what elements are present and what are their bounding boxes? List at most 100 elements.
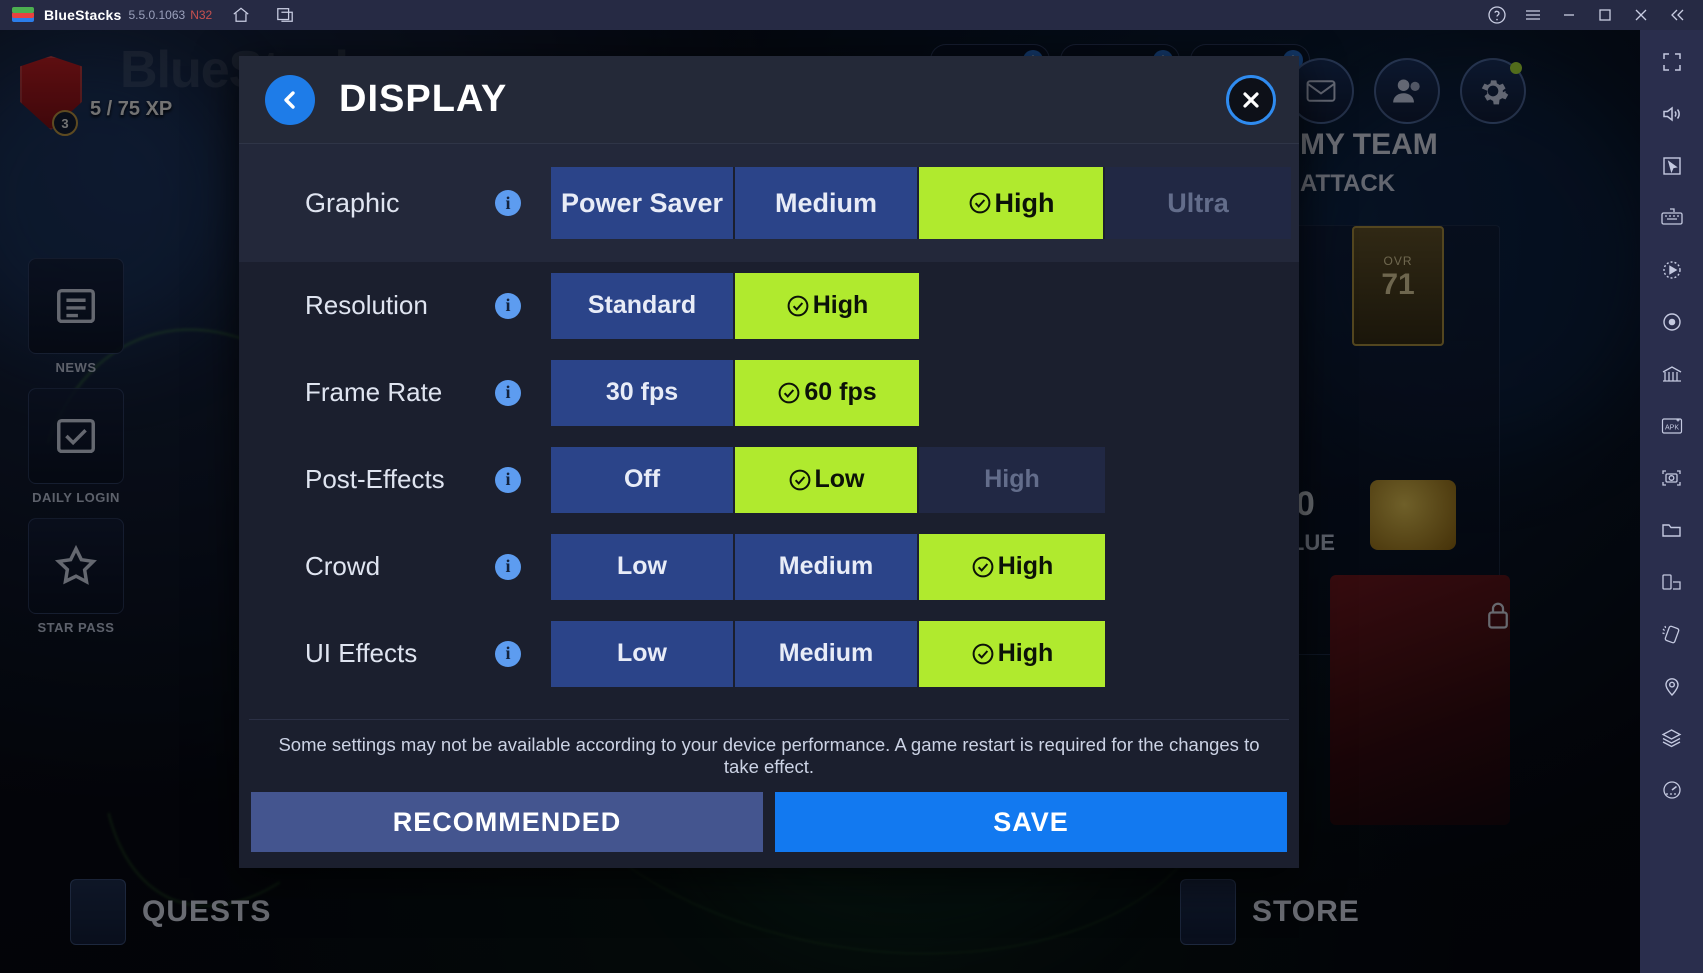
- check-circle-icon: [787, 295, 809, 316]
- setting-row-crowd: Crowd i Low Medium High: [239, 523, 1299, 610]
- option-medium[interactable]: Medium: [735, 167, 919, 239]
- segmented-control-crowd: Low Medium High: [551, 533, 1105, 600]
- close-icon[interactable]: [1623, 2, 1659, 28]
- shake-icon[interactable]: [1650, 612, 1694, 656]
- setting-label: UI Effects: [305, 638, 418, 668]
- location-icon[interactable]: [1650, 664, 1694, 708]
- macro-play-icon[interactable]: [1650, 248, 1694, 292]
- setting-label: Graphic: [305, 187, 400, 218]
- option-30-fps[interactable]: 30 fps: [551, 359, 735, 426]
- recommended-button[interactable]: RECOMMENDED: [251, 792, 763, 852]
- option-label: Medium: [774, 187, 877, 218]
- option-low[interactable]: Low: [551, 620, 735, 687]
- option-low[interactable]: Low: [551, 533, 735, 600]
- fullscreen-icon[interactable]: [1650, 40, 1694, 84]
- setting-row-post-effects: Post-Effects i Off Low High: [239, 436, 1299, 523]
- collapse-icon[interactable]: [1659, 2, 1695, 28]
- info-icon[interactable]: i: [495, 466, 521, 493]
- option-standard[interactable]: Standard: [551, 272, 735, 339]
- option-high[interactable]: High: [735, 272, 919, 339]
- option-low[interactable]: Low: [735, 446, 919, 513]
- info-icon[interactable]: i: [495, 190, 521, 216]
- back-button[interactable]: [265, 74, 315, 125]
- layers-icon[interactable]: [1650, 716, 1694, 760]
- option-high[interactable]: High: [919, 167, 1105, 239]
- screen-split-icon[interactable]: [1650, 560, 1694, 604]
- screen: BlueStacks 3 5 / 75 XP + + + NEWS DAILY …: [0, 0, 1703, 973]
- option-off[interactable]: Off: [551, 446, 735, 513]
- option-label: Off: [623, 465, 661, 493]
- option-high[interactable]: High: [919, 620, 1105, 687]
- option-label: High: [997, 639, 1054, 667]
- dialog-footer: Some settings may not be available accor…: [239, 719, 1299, 868]
- page-title: DISPLAY: [339, 78, 508, 120]
- info-icon[interactable]: i: [495, 640, 521, 667]
- option-label: Low: [617, 639, 667, 667]
- option-high[interactable]: High: [919, 533, 1105, 600]
- check-circle-icon: [969, 192, 990, 214]
- app-name: BlueStacks: [44, 7, 122, 23]
- option-high: High: [919, 446, 1105, 513]
- option-medium[interactable]: Medium: [735, 620, 919, 687]
- dialog-header: DISPLAY: [239, 56, 1299, 144]
- option-label: High: [994, 187, 1055, 218]
- save-button[interactable]: SAVE: [775, 792, 1287, 852]
- performance-icon[interactable]: [1650, 768, 1694, 812]
- setting-row-ui-effects: UI Effects i Low Medium High: [239, 610, 1299, 697]
- info-icon[interactable]: i: [495, 292, 521, 319]
- setting-label: Post-Effects: [305, 464, 445, 494]
- segmented-control-graphic: Power Saver Medium High Ultra: [551, 167, 1291, 239]
- multi-instance-icon[interactable]: [1650, 352, 1694, 396]
- minimize-icon[interactable]: [1551, 2, 1587, 28]
- option-medium[interactable]: Medium: [735, 533, 919, 600]
- setting-label: Frame Rate: [305, 377, 443, 407]
- close-dialog-button[interactable]: [1226, 75, 1276, 125]
- home-icon[interactable]: [226, 2, 256, 28]
- titlebar-controls: [1479, 2, 1703, 28]
- option-label: Standard: [587, 291, 697, 319]
- menu-icon[interactable]: [1515, 2, 1551, 28]
- option-label: Medium: [778, 552, 874, 580]
- maximize-icon[interactable]: [1587, 2, 1623, 28]
- display-settings-dialog: DISPLAY Graphic i Power Saver Medium Hig…: [239, 56, 1299, 868]
- footer-buttons: RECOMMENDED SAVE: [239, 792, 1299, 852]
- info-icon[interactable]: i: [495, 379, 521, 406]
- svg-text:APK: APK: [1664, 425, 1678, 432]
- install-apk-icon[interactable]: APK: [1650, 404, 1694, 448]
- option-60-fps[interactable]: 60 fps: [735, 359, 919, 426]
- segmented-control-post-effects: Off Low High: [551, 446, 1105, 513]
- multi-instance-icon[interactable]: [270, 2, 300, 28]
- app-version: 5.5.0.1063: [128, 8, 186, 22]
- help-icon[interactable]: [1479, 2, 1515, 28]
- keyboard-icon[interactable]: [1650, 196, 1694, 240]
- titlebar: BlueStacks 5.5.0.1063 N32: [0, 0, 1703, 30]
- bluestacks-logo-icon: [12, 5, 34, 25]
- segmented-control-frame-rate: 30 fps 60 fps: [551, 359, 919, 426]
- info-icon[interactable]: i: [495, 553, 521, 580]
- record-icon[interactable]: [1650, 300, 1694, 344]
- option-label: 30 fps: [605, 378, 679, 406]
- option-label: Ultra: [1167, 187, 1229, 218]
- screenshot-icon[interactable]: [1650, 456, 1694, 500]
- option-label: Power Saver: [560, 187, 724, 218]
- option-label: 60 fps: [804, 378, 877, 406]
- volume-icon[interactable]: [1650, 92, 1694, 136]
- cursor-icon[interactable]: [1650, 144, 1694, 188]
- setting-row-graphic: Graphic i Power Saver Medium High Ultra: [239, 144, 1299, 262]
- option-ultra: Ultra: [1105, 167, 1291, 239]
- option-label: High: [997, 552, 1054, 580]
- option-label: Low: [617, 552, 667, 580]
- option-label: High: [812, 291, 869, 319]
- option-label: High: [984, 465, 1040, 493]
- segmented-control-ui-effects: Low Medium High: [551, 620, 1105, 687]
- chevron-left-icon: [284, 90, 295, 109]
- disclaimer-text: Some settings may not be available accor…: [249, 719, 1289, 792]
- check-circle-icon: [972, 643, 994, 664]
- segmented-control-resolution: Standard High: [551, 272, 919, 339]
- setting-label: Crowd: [305, 551, 381, 581]
- check-circle-icon: [778, 382, 800, 403]
- option-power-saver[interactable]: Power Saver: [551, 167, 735, 239]
- media-folder-icon[interactable]: [1650, 508, 1694, 552]
- option-label: Low: [814, 465, 865, 493]
- setting-row-resolution: Resolution i Standard High: [239, 262, 1299, 349]
